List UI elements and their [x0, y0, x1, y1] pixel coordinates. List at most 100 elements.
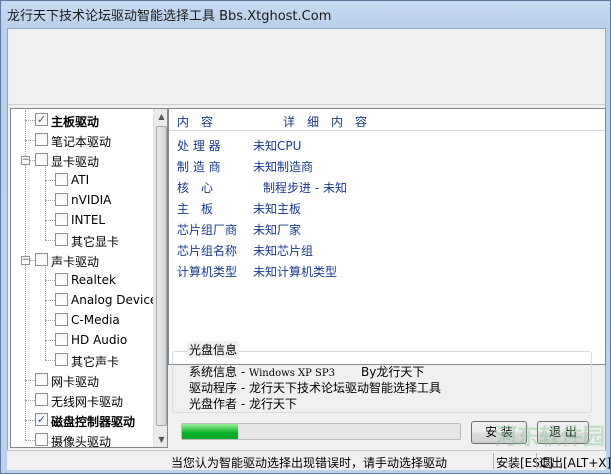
checkbox-icon[interactable] — [35, 373, 48, 386]
tree-item[interactable]: Realtek — [11, 270, 151, 290]
detail-row[interactable]: 芯片组厂商 未知厂家 — [169, 219, 605, 239]
tree-connector-line — [45, 180, 55, 181]
checkbox-icon[interactable] — [35, 433, 48, 446]
scroll-thumb[interactable] — [156, 126, 167, 426]
header-content: 内 容 — [177, 115, 214, 129]
tree-item-label: 主板驱动 — [51, 115, 100, 129]
tree-connector-line — [25, 380, 35, 381]
tree-item[interactable]: ✓ 磁盘控制器驱动 — [11, 410, 151, 430]
detail-row[interactable]: 芯片组名称 未知芯片组 — [169, 240, 605, 260]
detail-value: 未知芯片组 — [253, 244, 314, 258]
detail-value: 未知主板 — [253, 202, 302, 216]
checkbox-icon[interactable] — [55, 313, 68, 326]
tree-item-label: 笔记本驱动 — [51, 135, 112, 149]
status-separator — [536, 453, 537, 469]
status-separator — [493, 453, 494, 469]
tree-item[interactable]: nVIDIA — [11, 190, 151, 210]
checkbox-icon[interactable] — [55, 293, 68, 306]
tree-connector-line — [25, 140, 35, 141]
checkbox-icon[interactable] — [55, 193, 68, 206]
tree-item[interactable]: 笔记本驱动 — [11, 130, 151, 150]
tree-connector-line — [25, 420, 35, 421]
tree-item-label: Analog Device — [71, 293, 158, 307]
tree-item-label: 声卡驱动 — [51, 255, 100, 269]
checkbox-checked-icon[interactable]: ✓ — [35, 113, 48, 126]
detail-row[interactable]: 主 板 未知主板 — [169, 198, 605, 218]
checkbox-icon[interactable] — [55, 233, 68, 246]
hardware-details-list: 内 容 详 细 内 容 处 理 器 未知CPU 制 造 商 未知制造商核 心 制程步进 … — [168, 108, 606, 365]
progress-fill — [182, 424, 238, 439]
header-detail: 详 细 内 容 — [283, 115, 368, 129]
app-window: 龙行天下技术论坛驱动智能选择工具 Bbs.Xtghost.Com ✓ 主板驱动 笔记… — [0, 0, 611, 474]
driver-tree-items: ✓ 主板驱动 笔记本驱动 − 显卡驱动 ATI nVIDIA INTEL 其它显卡 − 声卡驱动 Re… — [11, 109, 157, 448]
disc-info-by: By龙行天下 — [360, 365, 425, 379]
checkbox-icon[interactable] — [55, 273, 68, 286]
detail-row[interactable]: 制 造 商 未知制造商 — [169, 156, 605, 176]
tree-connector-line — [45, 240, 55, 241]
tree-item-label: 其它声卡 — [71, 355, 120, 369]
title-bar[interactable]: 龙行天下技术论坛驱动智能选择工具 Bbs.Xtghost.Com — [1, 1, 610, 27]
tree-connector-line — [45, 300, 55, 301]
tree-item-label: 显卡驱动 — [51, 155, 100, 169]
disc-info-title: 光盘信息 — [187, 341, 240, 358]
detail-key: 计算机类型 — [177, 265, 238, 279]
detail-value: 未知CPU — [253, 139, 302, 153]
detail-value: 未知厂家 — [253, 223, 302, 237]
detail-value: 制程步进 - 未知 — [263, 181, 347, 195]
disc-info-line1-label: 系统信息 - — [189, 365, 249, 379]
checkbox-icon[interactable] — [35, 393, 48, 406]
collapse-icon[interactable]: − — [21, 256, 30, 265]
install-button[interactable]: 安 装 — [471, 421, 527, 444]
tree-item[interactable]: 无线网卡驱动 — [11, 390, 151, 410]
exit-button[interactable]: 退 出 — [537, 421, 589, 444]
detail-row[interactable]: 计算机类型 未知计算机类型 — [169, 261, 605, 281]
tree-item[interactable]: 其它声卡 — [11, 350, 151, 370]
checkbox-icon[interactable] — [55, 353, 68, 366]
detail-key: 处 理 器 — [177, 139, 221, 153]
tree-scrollbar[interactable]: ▲ ▼ — [153, 109, 167, 447]
scroll-down-arrow-icon[interactable]: ▼ — [154, 432, 167, 447]
disc-info-line1: 系统信息 - Windows XP SP3 By龙行天下 — [189, 363, 424, 380]
checkbox-checked-icon[interactable]: ✓ — [35, 413, 48, 426]
tree-connector-line — [45, 200, 55, 201]
detail-key: 制 造 商 — [177, 160, 221, 174]
tree-item[interactable]: HD Audio — [11, 330, 151, 350]
checkbox-icon[interactable] — [55, 213, 68, 226]
tree-item-label: 其它显卡 — [71, 235, 120, 249]
checkbox-icon[interactable] — [55, 173, 68, 186]
tree-item[interactable]: C-Media — [11, 310, 151, 330]
disc-info-os: Windows XP SP3 — [248, 368, 335, 379]
scroll-up-arrow-icon[interactable]: ▲ — [154, 109, 167, 124]
tree-item-label: 磁盘控制器驱动 — [51, 415, 136, 429]
detail-key: 主 板 — [177, 202, 214, 216]
checkbox-icon[interactable] — [35, 133, 48, 146]
install-progress-bar — [181, 423, 461, 440]
driver-tree: ✓ 主板驱动 笔记本驱动 − 显卡驱动 ATI nVIDIA INTEL 其它显卡 − 声卡驱动 Re… — [10, 108, 168, 448]
tree-connector-line — [45, 280, 55, 281]
tree-connector-line — [45, 320, 55, 321]
tree-connector-line — [25, 120, 35, 121]
tree-item[interactable]: 网卡驱动 — [11, 370, 151, 390]
detail-row[interactable]: 处 理 器 未知CPU — [169, 135, 605, 155]
tree-item[interactable]: 其它显卡 — [11, 230, 151, 250]
tree-item-label: 无线网卡驱动 — [51, 395, 124, 409]
tree-item[interactable]: 摄像头驱动 — [11, 430, 151, 448]
collapse-icon[interactable]: − — [21, 156, 30, 165]
checkbox-icon[interactable] — [35, 153, 48, 166]
status-bar: 当您认为智能驱动选择出现错误时，请手动选择驱动 安装[ESC] 退出[ALT+X… — [7, 450, 611, 470]
tree-item[interactable]: INTEL — [11, 210, 151, 230]
tree-item[interactable]: Analog Device — [11, 290, 157, 310]
checkbox-icon[interactable] — [55, 333, 68, 346]
tree-item-label: nVIDIA — [71, 193, 112, 207]
detail-row[interactable]: 核 心 制程步进 - 未知 — [169, 177, 605, 197]
checkbox-icon[interactable] — [35, 253, 48, 266]
tree-item[interactable]: ✓ 主板驱动 — [11, 110, 151, 130]
tree-item-label: C-Media — [71, 313, 120, 327]
tree-item[interactable]: ATI — [11, 170, 151, 190]
tree-item-label: Realtek — [71, 273, 116, 287]
tree-item-label: 摄像头驱动 — [51, 435, 112, 448]
tree-item[interactable]: − 声卡驱动 — [11, 250, 151, 270]
tree-item[interactable]: − 显卡驱动 — [11, 150, 151, 170]
tree-item-label: 网卡驱动 — [51, 375, 100, 389]
status-exit-hint: 退出[ALT+X] — [539, 456, 611, 470]
